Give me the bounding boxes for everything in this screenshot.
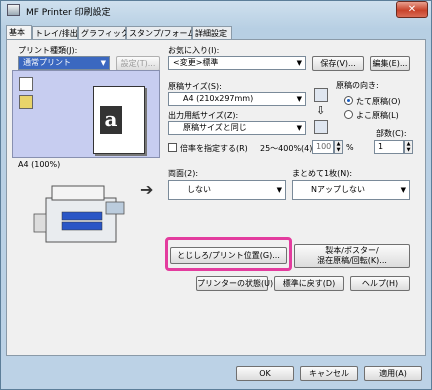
paper-size-label: 原稿サイズ(S): <box>168 82 222 91</box>
page-preview <box>12 70 160 158</box>
booklet-line-1: 製本/ポスター/ <box>325 246 379 255</box>
tab-basic[interactable]: 基本 <box>6 25 32 40</box>
window-title: MF Printer 印刷設定 <box>26 8 111 18</box>
nup-value: Nアップしない <box>311 185 365 194</box>
print-type-dropdown[interactable]: 通常プリント ▼ <box>18 56 110 70</box>
zoom-input[interactable]: 100 <box>312 140 334 154</box>
landscape-radio[interactable] <box>344 110 353 119</box>
favorites-value: <変更>標準 <box>173 58 219 67</box>
printer-illustration <box>33 185 125 243</box>
copies-input[interactable]: 1 <box>374 140 404 154</box>
portrait-radio[interactable] <box>344 96 353 105</box>
zoom-checkbox-label: 倍率を指定する(R) <box>180 144 248 153</box>
chevron-down-icon: ▼ <box>100 59 106 67</box>
paper-size-dropdown[interactable]: A4 (210x297mm) ▼ <box>168 92 306 106</box>
nup-label: まとめて1枚(N): <box>292 169 353 178</box>
zoom-range-label: 25～400%(4): <box>260 144 316 153</box>
portrait-label: たて原稿(O) <box>356 97 401 106</box>
paper-size-value: A4 (210x297mm) <box>183 94 254 103</box>
paper-size-icon <box>314 88 328 102</box>
favorites-label: お気に入り(I): <box>168 46 220 55</box>
print-type-value: 通常プリント <box>23 58 71 67</box>
ok-button[interactable]: OK <box>236 366 294 381</box>
nup-dropdown[interactable]: Nアップしない ▼ <box>292 180 410 200</box>
binding-position-button[interactable]: とじしろ/プリント位置(G)... <box>170 247 287 264</box>
landscape-label: よこ原稿(L) <box>356 111 399 120</box>
preview-caption: A4 (100%) <box>18 160 61 169</box>
preview-letter-a: a <box>100 106 122 134</box>
copies-spinner[interactable]: ▲ ▼ <box>404 140 413 154</box>
arrow-down-icon: ⇩ <box>316 104 326 117</box>
output-size-value: 原稿サイズと同じ <box>183 123 247 132</box>
close-button[interactable]: ✕ <box>396 1 428 18</box>
tab-graphics[interactable]: グラフィックス <box>78 26 137 39</box>
tab-stamp-form[interactable]: スタンプ/フォーム <box>126 26 195 39</box>
apply-button[interactable]: 適用(A) <box>364 366 422 381</box>
zoom-spinner[interactable]: ▲ ▼ <box>334 140 343 154</box>
duplex-label: 両面(2): <box>168 169 199 178</box>
zoom-checkbox[interactable] <box>168 143 177 152</box>
chevron-down-icon: ▼ <box>296 59 302 67</box>
stack-icon <box>19 95 33 109</box>
cancel-button[interactable]: キャンセル <box>300 366 358 381</box>
printer-status-button[interactable]: プリンターの状態(U) <box>196 276 273 291</box>
chevron-down-icon: ▼ <box>296 124 302 132</box>
help-button[interactable]: ヘルプ(H) <box>350 276 410 291</box>
chevron-down-icon: ▼ <box>296 95 302 103</box>
zoom-unit: % <box>346 143 354 152</box>
output-size-dropdown[interactable]: 原稿サイズと同じ ▼ <box>168 121 306 135</box>
booklet-line-2: 混在原稿/回転(K)... <box>317 256 387 265</box>
printer-app-icon <box>7 4 20 16</box>
print-type-label: プリント種類(J): <box>18 46 78 55</box>
tab-tray-output[interactable]: トレイ/排出 <box>32 26 78 39</box>
chevron-down-icon: ▼ <box>400 186 406 194</box>
output-tray-icon <box>314 120 328 134</box>
edit-favorite-button[interactable]: 編集(E)... <box>370 56 410 71</box>
orientation-label: 原稿の向き: <box>336 81 379 90</box>
print-type-settings-button[interactable]: 設定(T)... <box>116 56 160 71</box>
layout-icon <box>19 77 33 91</box>
booklet-poster-button[interactable]: 製本/ポスター/ 混在原稿/回転(K)... <box>294 244 410 268</box>
restore-default-button[interactable]: 標準に戻す(D) <box>274 276 344 291</box>
arrow-right-icon: ➔ <box>140 180 154 199</box>
title-bar[interactable]: MF Printer 印刷設定 ✕ <box>0 0 432 22</box>
copies-label: 部数(C): <box>376 129 407 138</box>
duplex-dropdown[interactable]: しない ▼ <box>168 180 286 200</box>
favorites-dropdown[interactable]: <変更>標準 ▼ <box>168 56 306 70</box>
output-size-label: 出力用紙サイズ(Z): <box>168 111 239 120</box>
save-favorite-button[interactable]: 保存(V)... <box>312 56 364 71</box>
tab-advanced[interactable]: 詳細設定 <box>192 26 232 39</box>
duplex-value: しない <box>187 185 211 194</box>
chevron-down-icon: ▼ <box>276 186 282 194</box>
